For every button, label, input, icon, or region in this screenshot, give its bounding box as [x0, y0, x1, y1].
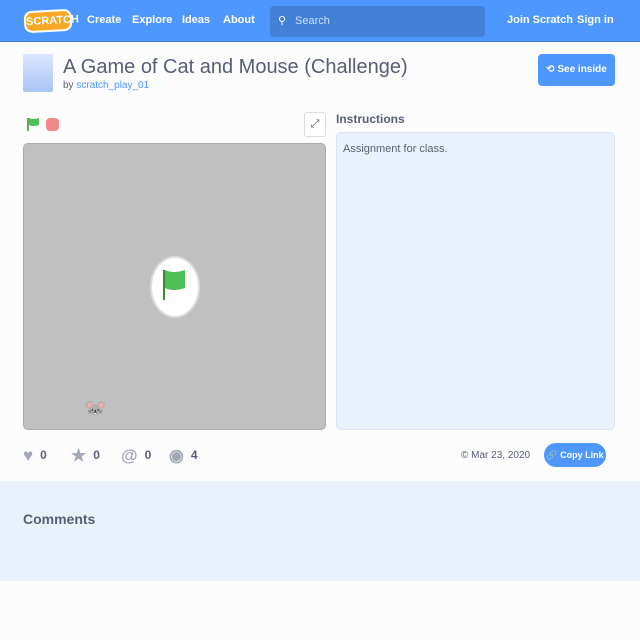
- search-input[interactable]: ⚲ Search: [270, 6, 485, 37]
- project-thumbnail: [23, 54, 53, 92]
- favorite-stat[interactable]: ★ 0: [71, 446, 100, 466]
- views-count: 4: [190, 448, 198, 463]
- stop-icon[interactable]: [46, 118, 59, 131]
- join-scratch-link[interactable]: Join Scratch: [507, 14, 573, 26]
- copy-link-button[interactable]: 🔗 Copy Link: [544, 443, 606, 467]
- nav-create[interactable]: Create: [87, 14, 121, 26]
- byline: by scratch_play_01: [63, 80, 149, 91]
- eye-icon: ◉: [169, 446, 184, 465]
- instructions-box: Assignment for class.: [336, 132, 615, 430]
- nav-about[interactable]: About: [223, 14, 255, 26]
- instructions-heading: Instructions: [336, 112, 405, 126]
- mouse-sprite: 🐭: [84, 398, 107, 418]
- project-stage[interactable]: 🐭: [23, 143, 326, 430]
- love-stat[interactable]: ♥ 0: [23, 446, 47, 466]
- search-placeholder: Search: [295, 15, 330, 27]
- start-flag-overlay[interactable]: [150, 256, 200, 318]
- green-flag-icon[interactable]: [26, 117, 40, 131]
- project-title: A Game of Cat and Mouse (Challenge): [63, 56, 408, 78]
- nav-explore[interactable]: Explore: [132, 14, 172, 26]
- see-inside-button[interactable]: ⟲ See inside: [538, 54, 615, 86]
- comments-section: Comments: [0, 481, 640, 581]
- heart-icon: ♥: [23, 446, 34, 465]
- top-nav: SCRATCH Create Explore Ideas About ⚲ Sear…: [0, 0, 640, 42]
- remix-stat: @0: [121, 446, 151, 466]
- favorite-count: 0: [93, 448, 100, 463]
- views-stat: ◉ 4: [169, 446, 198, 466]
- nav-ideas[interactable]: Ideas: [182, 14, 210, 26]
- comments-heading: Comments: [23, 511, 96, 527]
- shared-date: © Mar 23, 2020: [461, 450, 531, 461]
- sign-in-link[interactable]: Sign in: [577, 14, 614, 26]
- by-label: by: [63, 80, 74, 91]
- star-icon: ★: [71, 446, 87, 465]
- remix-spiral-icon: @: [121, 446, 138, 465]
- remix-count: 0: [144, 448, 152, 463]
- green-flag-icon: [163, 270, 185, 300]
- love-count: 0: [40, 448, 47, 463]
- copy-link-label: Copy Link: [560, 450, 604, 460]
- fullscreen-button[interactable]: ⤢: [304, 112, 326, 137]
- search-icon: ⚲: [278, 15, 287, 27]
- author-link[interactable]: scratch_play_01: [76, 80, 149, 91]
- see-inside-label: See inside: [557, 64, 607, 75]
- scratch-logo[interactable]: SCRATCH: [23, 8, 79, 34]
